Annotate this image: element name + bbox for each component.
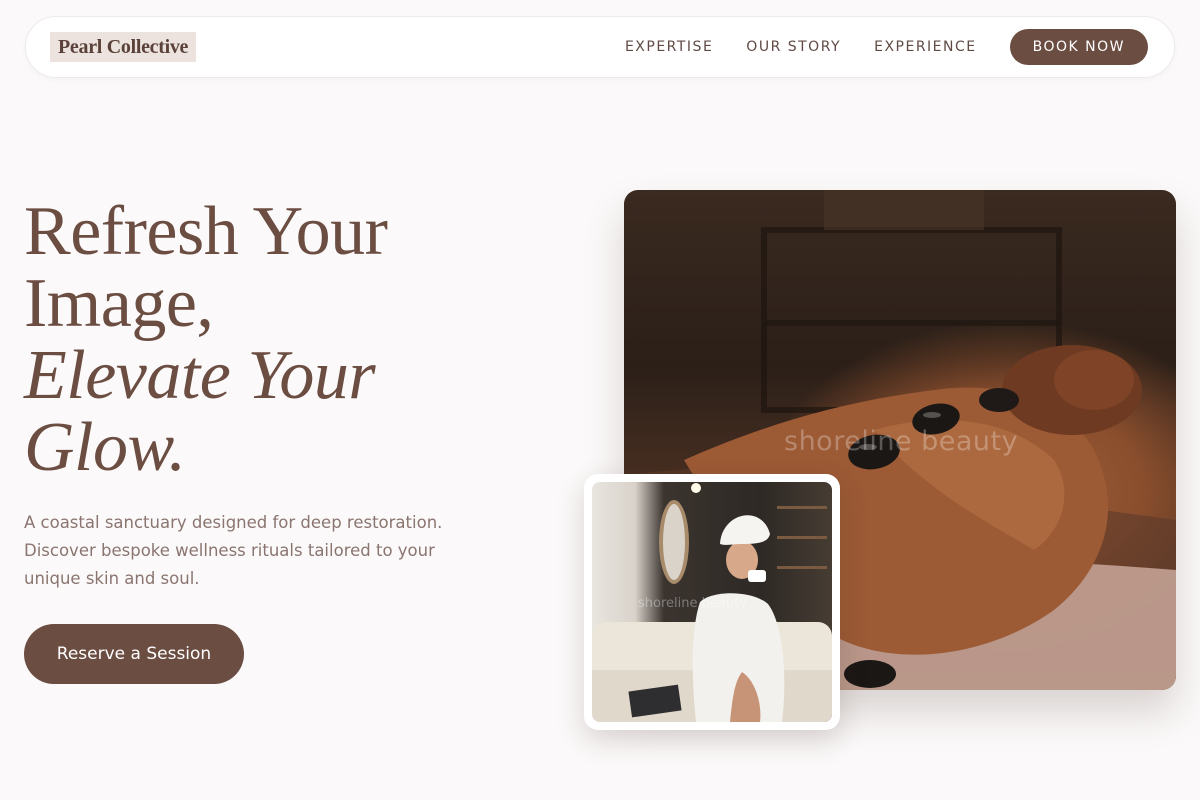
reserve-session-button[interactable]: Reserve a Session (24, 624, 244, 684)
headline-line-2: Image, (24, 265, 214, 342)
hero-subtext: A coastal sanctuary designed for deep re… (24, 513, 443, 588)
nav-link-our-story[interactable]: OUR STORY (746, 39, 841, 55)
brand-logo[interactable]: Pearl Collective (50, 32, 197, 62)
landing-page: Pearl Collective EXPERTISE OUR STORY EXP… (0, 0, 1200, 800)
nav-links: EXPERTISE OUR STORY EXPERIENCE BOOK NOW (625, 29, 1148, 65)
nav-link-expertise[interactable]: EXPERTISE (625, 39, 713, 55)
spa-guest-photo: shoreline beauty (592, 482, 832, 722)
hero-headline: Refresh Your Image, Elevate Your Glow. (24, 196, 564, 484)
book-now-button[interactable]: BOOK NOW (1009, 29, 1148, 65)
headline-line-4: Glow. (24, 409, 186, 486)
small-image-watermark: shoreline beauty (638, 596, 747, 611)
headline-line-1: Refresh Your (24, 193, 388, 270)
headline-line-3: Elevate Your (24, 337, 376, 414)
main-image-watermark: shoreline beauty (784, 426, 1019, 457)
spa-guest-photo-card: shoreline beauty (584, 474, 840, 730)
nav-link-experience[interactable]: EXPERIENCE (874, 39, 977, 55)
top-navigation: Pearl Collective EXPERTISE OUR STORY EXP… (25, 16, 1175, 78)
